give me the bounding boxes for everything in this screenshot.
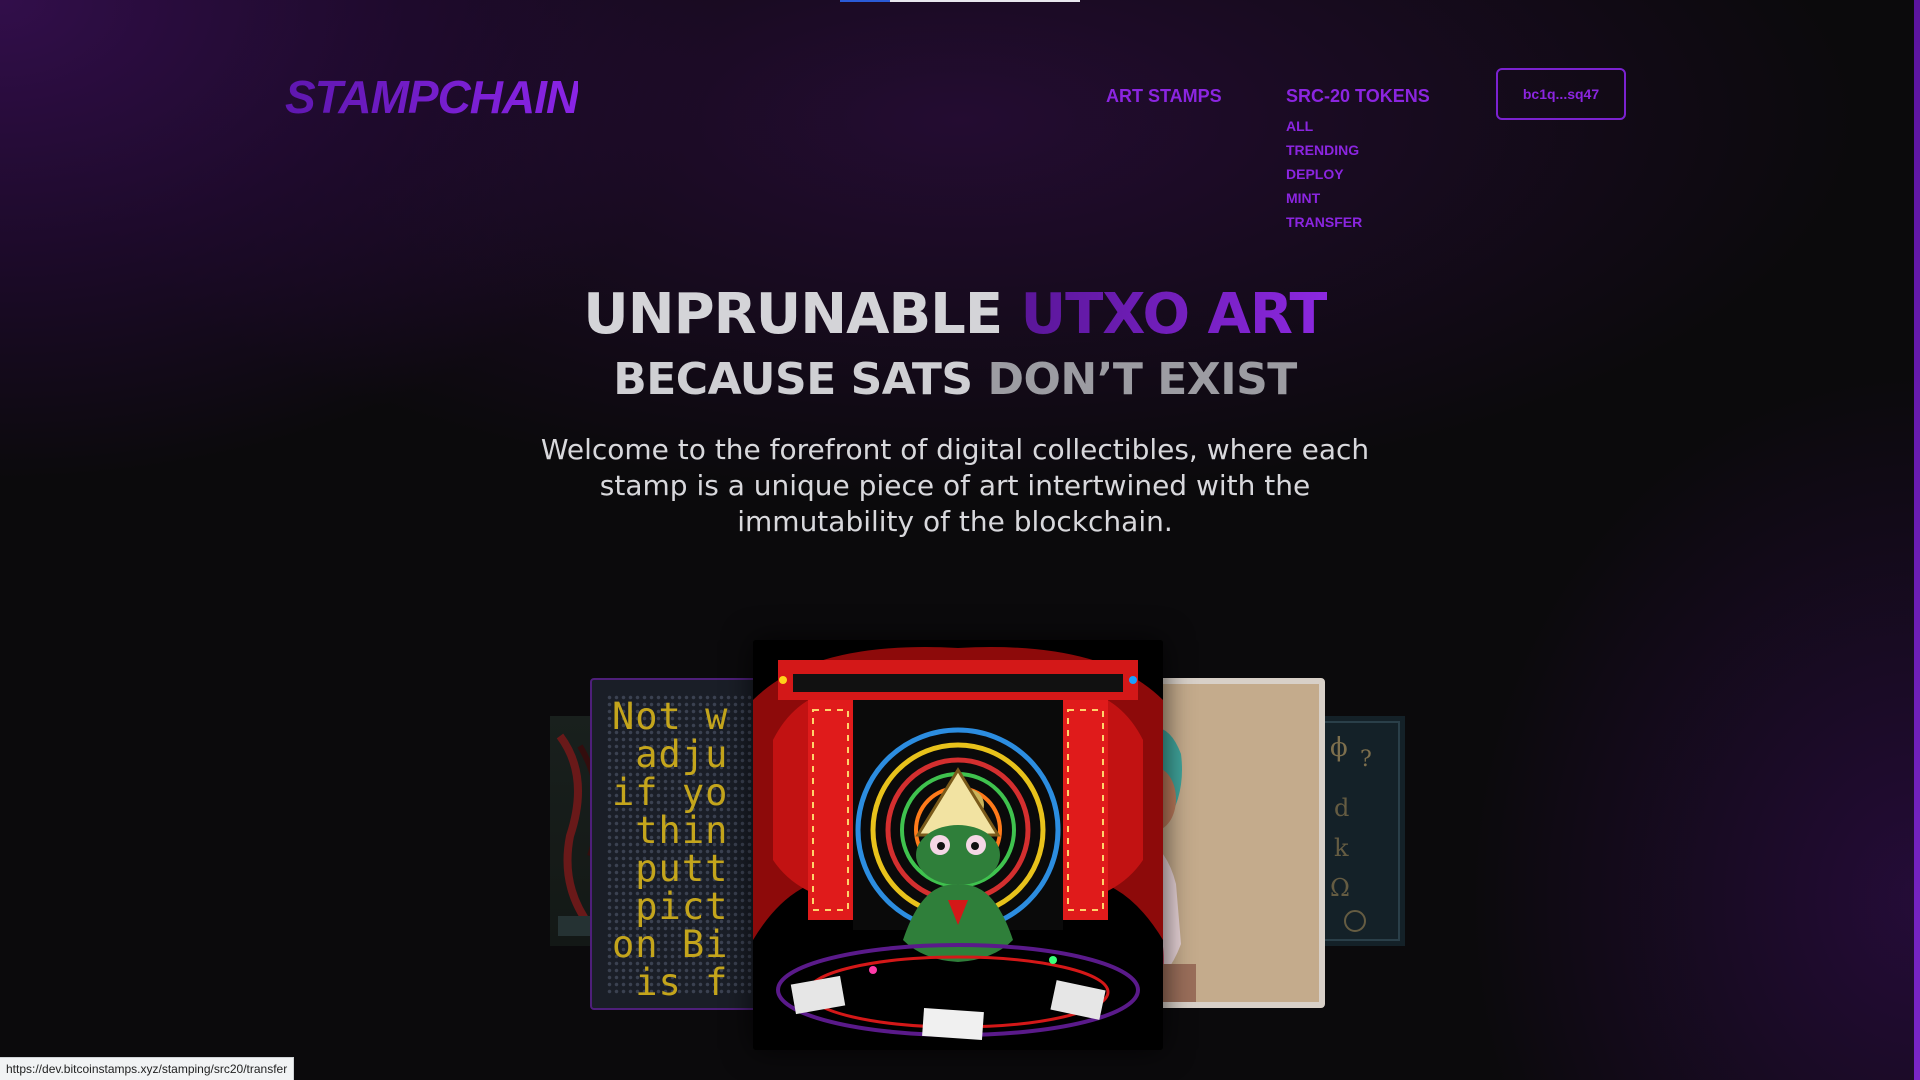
hero-subheadline-part2: DON’T EXIST bbox=[987, 354, 1297, 405]
stamp-text-art: Not w adju if yo thin putt pict on Bi is… bbox=[612, 695, 729, 1004]
scrollbar-thumb[interactable] bbox=[1914, 0, 1920, 1080]
wallet-address-label: bc1q...sq47 bbox=[1522, 86, 1600, 102]
hero-subheadline: BECAUSE SATS DON’T EXIST bbox=[0, 354, 1910, 405]
submenu-item-trending[interactable]: TRENDING bbox=[1286, 138, 1362, 162]
stamp-carousel: ϕ ? d k Ω Not w adju if yo thin putt pic… bbox=[540, 630, 1405, 1050]
stamp-art-frog-shrine bbox=[753, 640, 1163, 1050]
hero-description: Welcome to the forefront of digital coll… bbox=[540, 433, 1370, 538]
nav-art-stamps[interactable]: ART STAMPS bbox=[1106, 86, 1222, 107]
submenu-item-transfer[interactable]: TRANSFER bbox=[1286, 210, 1362, 234]
status-bar-url: https://dev.bitcoinstamps.xyz/stamping/s… bbox=[0, 1057, 295, 1080]
submenu-item-deploy[interactable]: DEPLOY bbox=[1286, 162, 1362, 186]
svg-text:Ω: Ω bbox=[1330, 874, 1350, 902]
hero-headline: UNPRUNABLE UTXO ART bbox=[0, 282, 1910, 347]
submenu-item-mint[interactable]: MINT bbox=[1286, 186, 1362, 210]
src20-submenu: ALL TRENDING DEPLOY MINT TRANSFER bbox=[1286, 114, 1362, 234]
svg-text:ϕ: ϕ bbox=[1330, 733, 1348, 763]
page-load-progress-bar bbox=[840, 0, 1080, 2]
progress-lead bbox=[840, 0, 890, 2]
svg-text:d: d bbox=[1334, 794, 1349, 822]
hero-headline-part1: UNPRUNABLE bbox=[583, 282, 1021, 347]
wallet-address-button[interactable]: bc1q...sq47 bbox=[1496, 68, 1626, 120]
page-scrollbar[interactable] bbox=[1914, 0, 1920, 1080]
nav-src20-tokens[interactable]: SRC-20 TOKENS bbox=[1286, 86, 1430, 107]
stamp-card-featured[interactable] bbox=[753, 640, 1163, 1050]
page: STAMPCHAIN ART STAMPS SRC-20 TOKENS ALL … bbox=[0, 0, 1920, 1080]
stamp-art-anime-girl bbox=[1136, 684, 1319, 1002]
hero-headline-part2: UTXO ART bbox=[1020, 282, 1328, 347]
submenu-item-all[interactable]: ALL bbox=[1286, 114, 1362, 138]
svg-text:?: ? bbox=[1360, 747, 1372, 772]
hero-subheadline-part1: BECAUSE SATS bbox=[613, 354, 988, 405]
stampchain-logo[interactable]: STAMPCHAIN bbox=[285, 70, 579, 124]
svg-text:k: k bbox=[1334, 834, 1349, 862]
